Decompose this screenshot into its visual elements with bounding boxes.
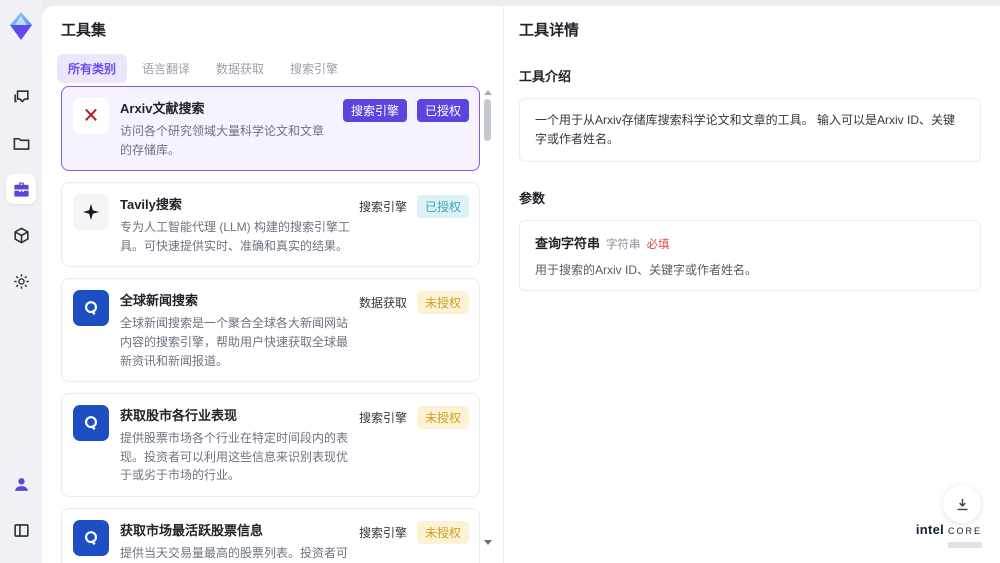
tab-data-fetch[interactable]: 数据获取 <box>205 54 275 83</box>
tool-name: Arxiv文献搜索 <box>120 101 205 116</box>
tool-desc: 访问各个研究领域大量科学论文和文章的存储库。 <box>120 124 325 157</box>
status-badge: 未授权 <box>416 291 469 315</box>
details-title: 工具详情 <box>519 22 580 39</box>
tab-all-categories[interactable]: 所有类别 <box>57 54 128 83</box>
tool-desc: 全球新闻搜索是一个聚合全球各大新闻网站内容的搜索引擎，帮助用户快速获取全球最新资… <box>120 316 349 368</box>
status-badge: 未授权 <box>416 520 469 544</box>
stock-app-icon <box>73 519 109 556</box>
param-type: 字符串 <box>606 239 641 252</box>
tool-desc: 提供股票市场各个行业在特定时间段内的表现。投资者可以利用这些信息来识别表现优于或… <box>120 431 349 483</box>
download-button[interactable] <box>943 485 981 523</box>
tab-language-translation[interactable]: 语言翻译 <box>131 54 201 83</box>
category-label: 搜索引擎 <box>358 411 407 426</box>
news-app-icon <box>73 290 109 327</box>
arxiv-icon: ✕ <box>73 98 109 134</box>
category-tabs: 所有类别 语言翻译 数据获取 搜索引擎 <box>57 54 349 83</box>
details-panel: 工具详情 工具介绍 一个用于从Arxiv存储库搜索科学论文和文章的工具。 输入可… <box>519 19 981 292</box>
intel-core-logo: intel core <box>916 523 982 552</box>
page-title: 工具集 <box>61 22 107 39</box>
download-icon <box>957 498 967 510</box>
tool-card-sector-performance[interactable]: 获取股市各行业表现 提供股票市场各个行业在特定时间段内的表现。投资者可以利用这些… <box>61 393 480 497</box>
left-sidebar <box>0 0 42 563</box>
param-name: 查询字符串 <box>535 236 601 252</box>
tool-card-arxiv[interactable]: ✕ Arxiv文献搜索 访问各个研究领域大量科学论文和文章的存储库。 搜索引擎 … <box>61 86 480 172</box>
category-label: 数据获取 <box>358 296 407 311</box>
panel-divider <box>503 6 504 563</box>
intro-box: 一个用于从Arxiv存储库搜索科学论文和文章的工具。 输入可以是Arxiv ID… <box>519 98 981 163</box>
tool-name: Tavily搜索 <box>120 197 182 213</box>
package-icon[interactable] <box>6 220 36 250</box>
list-scrollbar[interactable] <box>483 88 492 563</box>
tool-card-most-active-stocks[interactable]: 获取市场最活跃股票信息 提供当天交易量最高的股票列表。投资者可以利用这些信息来识… <box>61 507 480 563</box>
scrollbar-up-arrow[interactable] <box>484 90 492 95</box>
tab-search-engine[interactable]: 搜索引擎 <box>279 54 349 83</box>
chat-icon[interactable] <box>6 82 36 112</box>
scrollbar-thumb[interactable] <box>484 99 491 141</box>
main-panel: 工具集 所有类别 语言翻译 数据获取 搜索引擎 ✕ Arxiv文献搜索 访问各个… <box>42 6 1000 563</box>
intro-heading: 工具介绍 <box>519 69 572 84</box>
tavily-sparkle-icon <box>73 194 109 231</box>
tool-card-tavily[interactable]: Tavily搜索 专为人工智能代理 (LLM) 构建的搜索引擎工具。可快速提供实… <box>61 182 480 268</box>
stock-app-icon <box>73 405 109 442</box>
status-badge: 已授权 <box>416 195 469 219</box>
panel-toggle-icon[interactable] <box>6 515 36 545</box>
settings-icon[interactable] <box>6 266 36 296</box>
tool-card-global-news[interactable]: 全球新闻搜索 全球新闻搜索是一个聚合全球各大新闻网站内容的搜索引擎，帮助用户快速… <box>61 278 480 383</box>
category-badge: 搜索引擎 <box>342 99 407 122</box>
tool-desc: 提供当天交易量最高的股票列表。投资者可以利用这些信息来识别流动性强的股票和潜在的… <box>120 545 349 560</box>
params-heading: 参数 <box>519 191 546 207</box>
brand-intel: intel <box>915 522 945 537</box>
category-label: 搜索引擎 <box>358 525 407 540</box>
param-box: 查询字符串 字符串 必填 用于搜索的Arxiv ID、关键字或作者姓名。 <box>519 220 981 292</box>
brand-subtext-bar <box>948 542 982 548</box>
tool-name: 获取市场最活跃股票信息 <box>120 522 264 538</box>
tool-name: 获取股市各行业表现 <box>120 408 238 424</box>
status-badge: 已授权 <box>416 99 469 122</box>
tool-desc: 专为人工智能代理 (LLM) 构建的搜索引擎工具。可快速提供实时、准确和真实的结… <box>120 220 351 253</box>
user-icon[interactable] <box>6 469 36 499</box>
scrollbar-down-arrow[interactable] <box>484 540 492 545</box>
param-desc: 用于搜索的Arxiv ID、关键字或作者姓名。 <box>535 263 758 278</box>
app-logo-diamond <box>8 12 34 40</box>
param-required-label: 必填 <box>646 239 670 252</box>
category-label: 搜索引擎 <box>358 200 407 215</box>
status-badge: 未授权 <box>416 406 469 430</box>
brand-core: core <box>947 522 982 537</box>
folder-icon[interactable] <box>6 128 36 158</box>
toolbox-icon[interactable] <box>6 174 36 204</box>
tool-list: ✕ Arxiv文献搜索 访问各个研究领域大量科学论文和文章的存储库。 搜索引擎 … <box>61 86 480 563</box>
tool-name: 全球新闻搜索 <box>120 293 199 309</box>
